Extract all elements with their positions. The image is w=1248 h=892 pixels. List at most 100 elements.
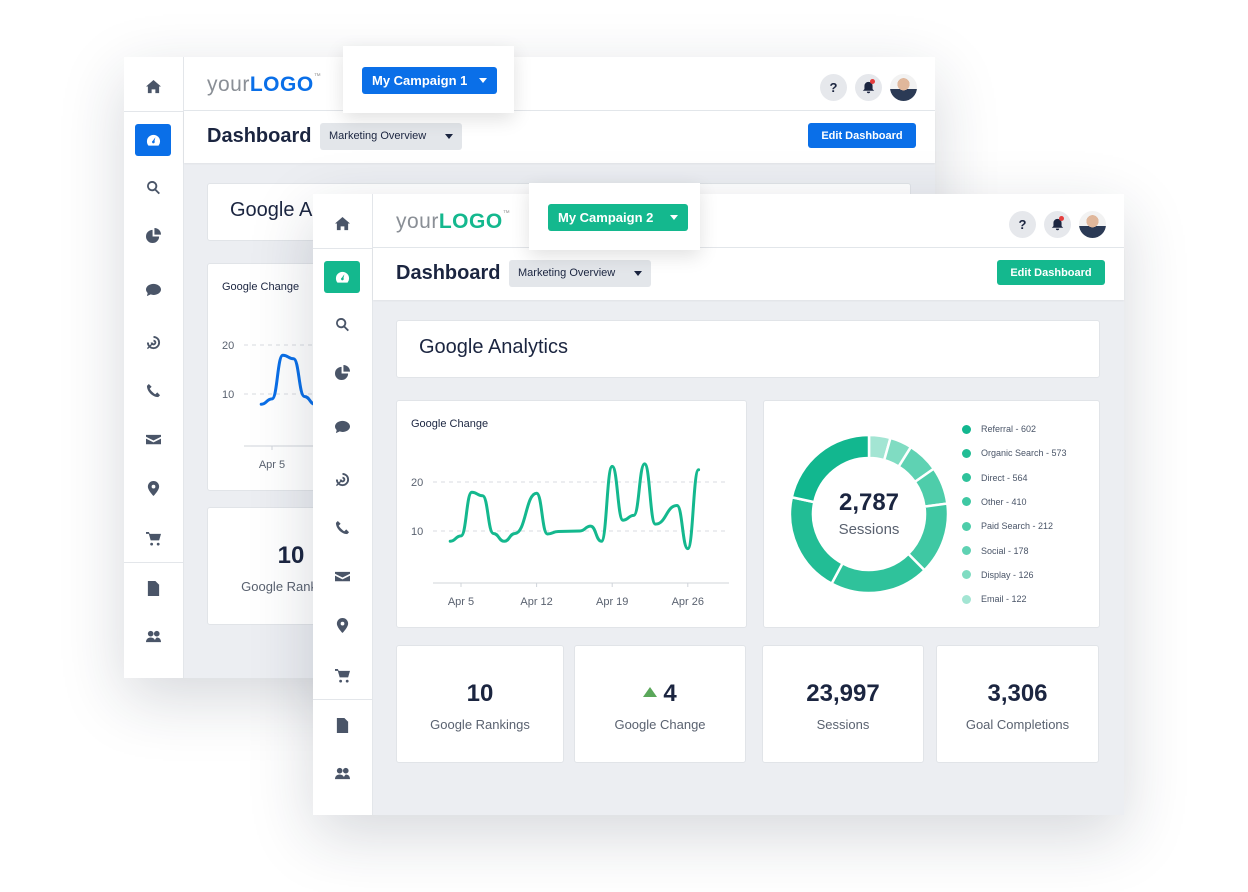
sidebar-item-pie-chart[interactable]	[135, 219, 171, 251]
chat-icon	[334, 420, 350, 433]
x-tick-label: Apr 5	[259, 459, 285, 471]
edit-dashboard-button[interactable]: Edit Dashboard	[808, 123, 916, 148]
chevron-down-icon	[634, 271, 642, 276]
sidebar-item-users[interactable]	[324, 757, 360, 789]
kpi-card: 3,306 Goal Completions	[936, 645, 1099, 763]
legend-item: Display - 126	[962, 570, 1034, 580]
mail-icon	[145, 434, 161, 444]
legend-item: Social - 178	[962, 546, 1029, 556]
x-tick-label: Apr 12	[520, 596, 552, 608]
top-header: yourLOGO™ ?	[373, 194, 1124, 248]
sidebar-item-dashboard[interactable]	[324, 261, 360, 293]
kpi-value: 4	[575, 680, 745, 708]
avatar[interactable]	[1079, 211, 1106, 238]
divider	[313, 699, 373, 700]
kpi-label: Google Rankings	[430, 717, 530, 732]
kpi-card: 4 Google Change	[574, 645, 746, 763]
document-icon	[147, 580, 159, 596]
sidebar-item-location-pin[interactable]	[135, 472, 171, 504]
chat-icon	[145, 283, 161, 296]
sidebar-item-home[interactable]	[324, 207, 360, 239]
dashboard-icon	[146, 134, 160, 146]
target-icon	[146, 335, 160, 349]
legend-item: Paid Search - 212	[962, 521, 1053, 531]
edit-dashboard-button[interactable]: Edit Dashboard	[997, 260, 1105, 285]
legend-swatch	[962, 448, 971, 458]
sidebar-item-home[interactable]	[135, 70, 171, 102]
sidebar-item-location-pin[interactable]	[324, 609, 360, 641]
x-tick-label: Apr 19	[596, 596, 628, 608]
notifications-button[interactable]	[855, 74, 882, 101]
search-icon	[335, 317, 349, 331]
kpi-value: 23,997	[806, 680, 880, 707]
dropdown-value: Marketing Overview	[329, 130, 427, 142]
dashboard-view-dropdown[interactable]: Marketing Overview	[509, 260, 651, 287]
legend-swatch	[962, 546, 971, 555]
page-header: Dashboard Marketing Overview Edit Dashbo…	[373, 248, 1124, 300]
sidebar-item-phone[interactable]	[135, 374, 171, 406]
dashboard-icon	[335, 271, 349, 283]
divider	[313, 248, 373, 249]
sidebar-item-phone[interactable]	[324, 511, 360, 543]
kpi-label: Goal Completions	[965, 717, 1070, 732]
sidebar	[124, 57, 184, 678]
donut-center-value: 2,787	[838, 489, 900, 516]
sidebar-item-document[interactable]	[324, 709, 360, 741]
dashboard-view-dropdown[interactable]: Marketing Overview	[320, 123, 462, 150]
series-line	[448, 462, 701, 551]
pie-chart-icon	[334, 364, 350, 380]
home-icon	[145, 79, 161, 93]
campaign-dropdown-button[interactable]: My Campaign 2	[548, 204, 688, 231]
sidebar-item-target[interactable]	[135, 326, 171, 358]
legend-swatch	[962, 570, 971, 580]
sidebar-item-chat[interactable]	[135, 273, 171, 305]
kpi-card: 23,997 Sessions	[762, 645, 924, 763]
phone-icon	[335, 520, 349, 534]
sidebar-item-cart[interactable]	[135, 522, 171, 554]
legend-item: Email - 122	[962, 594, 1027, 604]
donut-slice	[829, 552, 927, 595]
help-button[interactable]: ?	[820, 74, 847, 101]
sidebar-item-target[interactable]	[324, 463, 360, 495]
chevron-down-icon	[670, 215, 678, 220]
legend-swatch	[962, 497, 971, 507]
sidebar-item-document[interactable]	[135, 572, 171, 604]
campaign-dropdown-button[interactable]: My Campaign 1	[362, 67, 497, 94]
sidebar-item-mail[interactable]	[135, 423, 171, 455]
page-title: Dashboard	[207, 125, 312, 147]
cart-icon	[145, 531, 161, 546]
legend-item: Organic Search - 573	[962, 448, 1067, 458]
x-tick-label: Apr 26	[672, 596, 704, 608]
trend-up-icon	[643, 687, 658, 697]
y-tick-label: 10	[222, 389, 234, 401]
sidebar-item-dashboard[interactable]	[135, 124, 171, 156]
kpi-label: Sessions	[816, 717, 870, 732]
google-change-chart-card: Google Change1020Apr 5Apr 12Apr 19Apr 26	[396, 400, 747, 628]
pie-chart-icon	[145, 227, 161, 243]
avatar[interactable]	[890, 74, 917, 101]
notifications-button[interactable]	[1044, 211, 1071, 238]
y-tick-label: 10	[411, 526, 423, 538]
help-button[interactable]: ?	[1009, 211, 1036, 238]
legend-item: Other - 410	[962, 497, 1027, 507]
logo: yourLOGO™	[207, 73, 322, 96]
sidebar-item-chat[interactable]	[324, 410, 360, 442]
sidebar-item-search[interactable]	[135, 171, 171, 203]
sidebar-item-search[interactable]	[324, 308, 360, 340]
y-tick-label: 20	[411, 477, 423, 489]
sidebar-item-mail[interactable]	[324, 560, 360, 592]
donut-chart: 2,787 Sessions Referral - 602 Organic Sear…	[764, 401, 1101, 629]
home-icon	[334, 216, 350, 230]
section-title: Google Analytics	[419, 336, 568, 358]
legend-swatch	[962, 473, 971, 483]
users-icon	[334, 767, 350, 779]
sidebar-item-users[interactable]	[135, 620, 171, 652]
donut-center-label: Sessions	[838, 521, 900, 538]
sidebar-item-pie-chart[interactable]	[324, 356, 360, 388]
top-header: yourLOGO™ ?	[184, 57, 935, 111]
legend-swatch	[962, 594, 971, 604]
sidebar-item-cart[interactable]	[324, 659, 360, 691]
x-tick-label: Apr 5	[448, 596, 474, 608]
divider	[124, 562, 184, 563]
cart-icon	[334, 668, 350, 683]
